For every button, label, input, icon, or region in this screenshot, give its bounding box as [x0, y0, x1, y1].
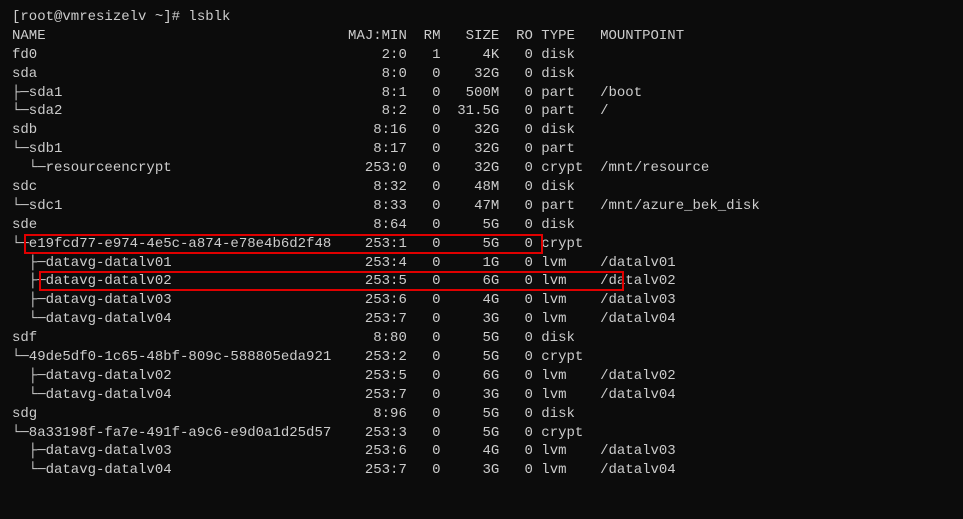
lsblk-row: └─sda2 8:2 0 31.5G 0 part /: [12, 102, 951, 121]
lsblk-row: └─datavg-datalv04 253:7 0 3G 0 lvm /data…: [12, 461, 951, 480]
lsblk-row: └─datavg-datalv04 253:7 0 3G 0 lvm /data…: [12, 386, 951, 405]
highlight-annotation: [24, 234, 544, 254]
lsblk-row: sdb 8:16 0 32G 0 disk: [12, 121, 951, 140]
lsblk-row: sda 8:0 0 32G 0 disk: [12, 65, 951, 84]
terminal-output: [root@vmresizelv ~]# lsblk NAME MAJ:MIN …: [12, 8, 951, 480]
lsblk-row: sdg 8:96 0 5G 0 disk: [12, 405, 951, 424]
lsblk-row: ├─sda1 8:1 0 500M 0 part /boot: [12, 84, 951, 103]
lsblk-row: ├─datavg-datalv02 253:5 0 6G 0 lvm /data…: [12, 272, 951, 291]
lsblk-row: ├─datavg-datalv03 253:6 0 4G 0 lvm /data…: [12, 442, 951, 461]
lsblk-row: └─sdc1 8:33 0 47M 0 part /mnt/azure_bek_…: [12, 197, 951, 216]
lsblk-row: └─datavg-datalv04 253:7 0 3G 0 lvm /data…: [12, 310, 951, 329]
lsblk-row: └─49de5df0-1c65-48bf-809c-588805eda921 2…: [12, 348, 951, 367]
lsblk-row: sdf 8:80 0 5G 0 disk: [12, 329, 951, 348]
highlight-annotation: [39, 271, 624, 291]
lsblk-row: fd0 2:0 1 4K 0 disk: [12, 46, 951, 65]
shell-prompt: [root@vmresizelv ~]# lsblk: [12, 8, 951, 27]
lsblk-row: ├─datavg-datalv01 253:4 0 1G 0 lvm /data…: [12, 254, 951, 273]
lsblk-row: sdc 8:32 0 48M 0 disk: [12, 178, 951, 197]
lsblk-row: ├─datavg-datalv03 253:6 0 4G 0 lvm /data…: [12, 291, 951, 310]
lsblk-header: NAME MAJ:MIN RM SIZE RO TYPE MOUNTPOINT: [12, 27, 951, 46]
lsblk-row: ├─datavg-datalv02 253:5 0 6G 0 lvm /data…: [12, 367, 951, 386]
lsblk-row: └─sdb1 8:17 0 32G 0 part: [12, 140, 951, 159]
lsblk-rows: fd0 2:0 1 4K 0 disk sda 8:0 0 32G 0 disk…: [12, 46, 951, 480]
lsblk-row: sde 8:64 0 5G 0 disk: [12, 216, 951, 235]
lsblk-row: └─e19fcd77-e974-4e5c-a874-e78e4b6d2f48 2…: [12, 235, 951, 254]
lsblk-row: └─resourceencrypt 253:0 0 32G 0 crypt /m…: [12, 159, 951, 178]
lsblk-row: └─8a33198f-fa7e-491f-a9c6-e9d0a1d25d57 2…: [12, 424, 951, 443]
